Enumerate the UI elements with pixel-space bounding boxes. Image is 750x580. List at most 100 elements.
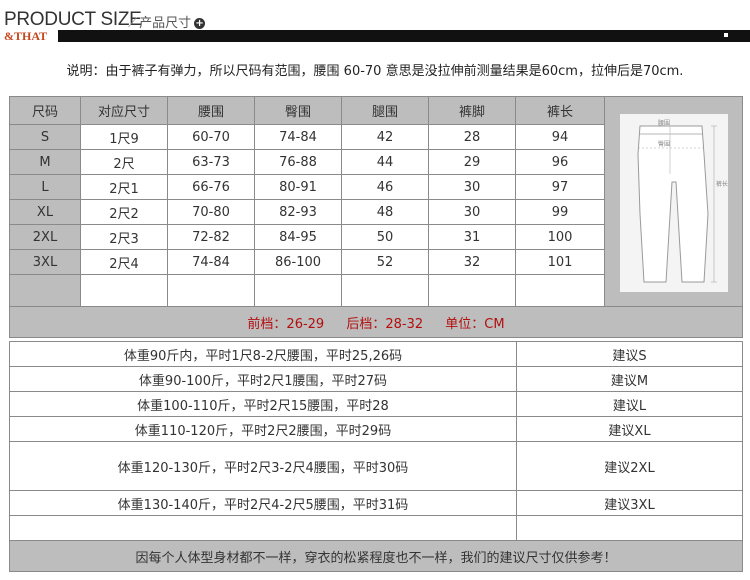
plus-circle-icon: +: [194, 18, 206, 29]
cell-equivalent: 2尺: [80, 149, 168, 175]
header-subtitle: ⟋ 产品尺寸 +: [128, 16, 206, 31]
stretch-note: 说明：由于裤子有弹力，所以尺码有范围，腰围 60-70 意思是没拉伸前测量结果是…: [66, 64, 684, 79]
cell-hem: 28: [428, 124, 516, 150]
size-label: S: [9, 124, 81, 150]
col-header-size: 尺码: [9, 96, 81, 125]
col-header-thigh: 腿围: [341, 96, 429, 125]
header-subtitle-text: 产品尺寸: [139, 16, 192, 31]
empty-cell: [80, 274, 168, 307]
header-dot: [724, 33, 728, 37]
col-header-hip: 臀围: [254, 96, 342, 125]
back-rise: 后档：28-32: [346, 316, 424, 332]
cell-length: 96: [515, 149, 605, 175]
footer-row: 因每个人体型身材都不一样，穿衣的松紧程度也不一样，我们的建议尺寸仅供参考！: [9, 540, 743, 572]
cell-hip: 84-95: [254, 224, 342, 250]
size-label: 2XL: [9, 224, 81, 250]
measurement-band: 前档：26-29 后档：28-32 单位：CM: [9, 306, 743, 338]
col-header-hem: 裤脚: [428, 96, 516, 125]
cell-hem: 30: [428, 199, 516, 225]
cell-waist: 72-82: [167, 224, 255, 250]
header-title: PRODUCT SIZE: [4, 9, 142, 30]
recommendation-row: 体重130-140斤，平时2尺4-2尺5腰围，平时31码 建议3XL: [9, 490, 743, 516]
cell-length: 94: [515, 124, 605, 150]
brand-text: &THAT: [4, 29, 48, 43]
cell-hem: 30: [428, 174, 516, 200]
page-header: PRODUCT SIZE ⟋ 产品尺寸 + &THAT: [0, 0, 750, 44]
header-divider-bar: [0, 30, 750, 42]
cell-equivalent: 2尺4: [80, 249, 168, 275]
empty-cell: [9, 274, 81, 307]
footer-disclaimer: 因每个人体型身材都不一样，穿衣的松紧程度也不一样，我们的建议尺寸仅供参考！: [9, 540, 743, 572]
diagram-label-waist: 腰围: [658, 120, 670, 127]
brand-logo: &THAT: [0, 29, 58, 43]
cell-length: 97: [515, 174, 605, 200]
cell-thigh: 42: [341, 124, 429, 150]
cell-length: 100: [515, 224, 605, 250]
recommendation-row: 体重90-100斤，平时2尺1腰围，平时27码 建议M: [9, 366, 743, 392]
recommendation-size: 建议2XL: [516, 441, 743, 491]
cell-waist: 66-76: [167, 174, 255, 200]
cell-hip: 86-100: [254, 249, 342, 275]
cell-hip: 74-84: [254, 124, 342, 150]
recommendation-row: 体重110-120斤，平时2尺2腰围，平时29码 建议XL: [9, 416, 743, 442]
col-header-length: 裤长: [515, 96, 605, 125]
cell-hem: 31: [428, 224, 516, 250]
empty-cell: [428, 274, 516, 307]
empty-cell: [9, 515, 517, 541]
cell-waist: 74-84: [167, 249, 255, 275]
recommendation-desc: 体重90-100斤，平时2尺1腰围，平时27码: [9, 366, 517, 392]
front-rise: 前档：26-29: [247, 316, 325, 332]
recommendation-desc: 体重100-110斤，平时2尺15腰围，平时28: [9, 391, 517, 417]
pants-diagram: 腰围 臀围 裤长: [619, 113, 728, 292]
recommendation-row: 体重90斤内，平时1尺8-2尺腰围，平时25,26码 建议S: [9, 341, 743, 367]
cell-thigh: 52: [341, 249, 429, 275]
empty-cell: [516, 515, 743, 541]
cell-waist: 63-73: [167, 149, 255, 175]
cell-equivalent: 2尺1: [80, 174, 168, 200]
recommendation-row-blank: [9, 515, 743, 541]
unit-label: 单位：CM: [445, 316, 505, 332]
cell-thigh: 46: [341, 174, 429, 200]
empty-cell: [167, 274, 255, 307]
recommendation-row: 体重100-110斤，平时2尺15腰围，平时28 建议L: [9, 391, 743, 417]
recommendation-desc: 体重130-140斤，平时2尺4-2尺5腰围，平时31码: [9, 490, 517, 516]
cell-equivalent: 1尺9: [80, 124, 168, 150]
diagram-label-hip: 臀围: [658, 141, 670, 148]
size-table-header: 尺码 对应尺寸 腰围 臀围 腿围 裤脚 裤长 腰围 臀围 裤长: [9, 96, 743, 307]
diagram-label-length: 裤长: [716, 180, 728, 188]
recommendation-size: 建议XL: [516, 416, 743, 442]
recommendation-size: 建议3XL: [516, 490, 743, 516]
cell-hip: 82-93: [254, 199, 342, 225]
cell-length: 101: [515, 249, 605, 275]
cell-waist: 60-70: [167, 124, 255, 150]
cell-length: 99: [515, 199, 605, 225]
recommendation-row: 体重120-130斤，平时2尺3-2尺4腰围，平时30码 建议2XL: [9, 441, 743, 491]
recommendation-size: 建议S: [516, 341, 743, 367]
size-label: L: [9, 174, 81, 200]
size-table: 尺码 对应尺寸 腰围 臀围 腿围 裤脚 裤长 腰围 臀围 裤长 S 1尺9 60…: [9, 96, 743, 338]
cell-thigh: 48: [341, 199, 429, 225]
empty-cell: [341, 274, 429, 307]
cell-equivalent: 2尺2: [80, 199, 168, 225]
recommendation-table: 体重90斤内，平时1尺8-2尺腰围，平时25,26码 建议S 体重90-100斤…: [9, 341, 743, 572]
empty-cell: [254, 274, 342, 307]
cell-thigh: 44: [341, 149, 429, 175]
cell-waist: 70-80: [167, 199, 255, 225]
pants-diagram-cell: 腰围 臀围 裤长: [604, 96, 743, 307]
size-label: M: [9, 149, 81, 175]
empty-cell: [515, 274, 605, 307]
col-header-waist: 腰围: [167, 96, 255, 125]
cell-hip: 80-91: [254, 174, 342, 200]
recommendation-desc: 体重90斤内，平时1尺8-2尺腰围，平时25,26码: [9, 341, 517, 367]
size-label: XL: [9, 199, 81, 225]
col-header-equivalent: 对应尺寸: [80, 96, 168, 125]
cell-hem: 29: [428, 149, 516, 175]
cell-equivalent: 2尺3: [80, 224, 168, 250]
cell-hip: 76-88: [254, 149, 342, 175]
cell-hem: 32: [428, 249, 516, 275]
recommendation-size: 建议M: [516, 366, 743, 392]
recommendation-size: 建议L: [516, 391, 743, 417]
measurement-band-cell: 前档：26-29 后档：28-32 单位：CM: [9, 306, 743, 338]
recommendation-desc: 体重120-130斤，平时2尺3-2尺4腰围，平时30码: [9, 441, 517, 491]
cell-thigh: 50: [341, 224, 429, 250]
